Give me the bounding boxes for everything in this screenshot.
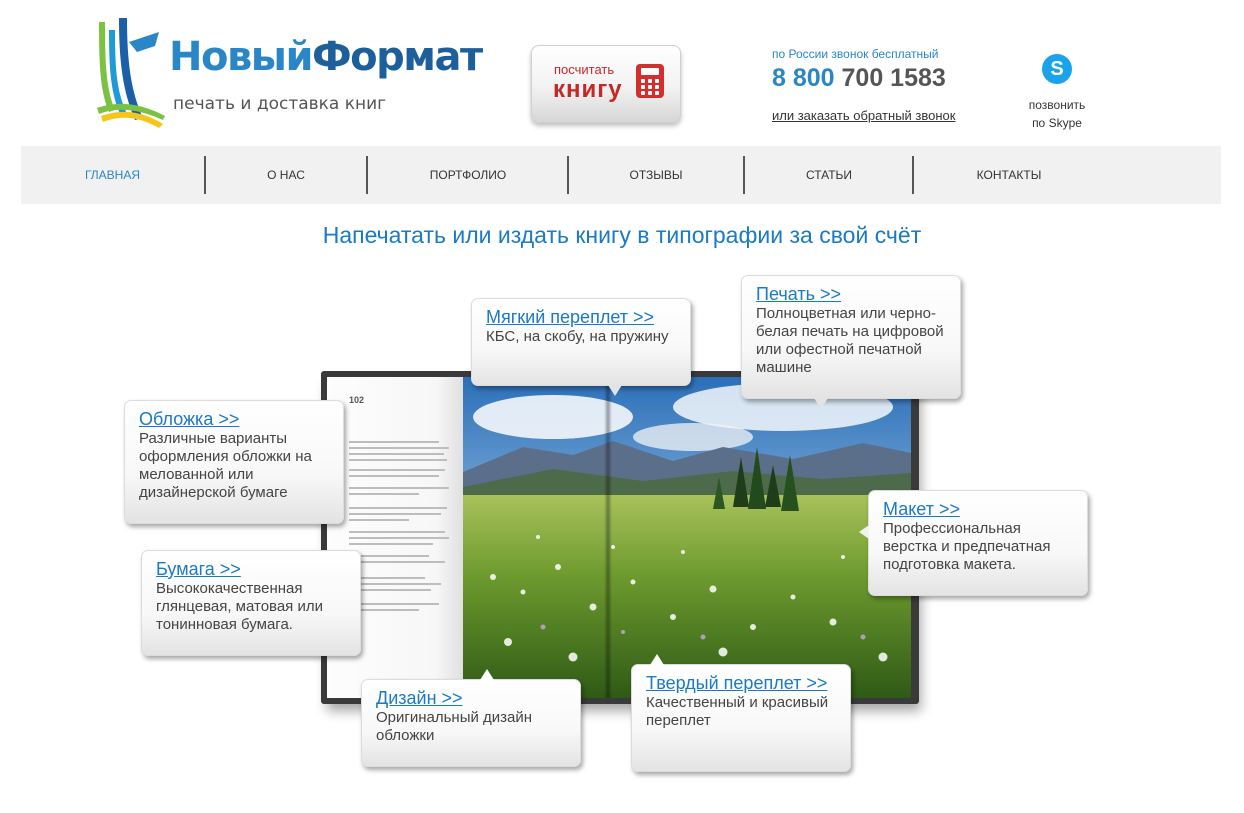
nav-item-about[interactable]: О НАС [206,146,366,204]
callout-paper-link[interactable]: Бумага >> [156,559,346,579]
phone-prefix: 8 800 [772,64,835,92]
logo-name-part2: Формат [311,34,483,80]
callout-cover-link[interactable]: Обложка >> [139,409,329,429]
callout-layout-link[interactable]: Макет >> [883,499,1073,519]
callout-design-text: Оригинальный дизайн обложки [376,709,533,744]
callout-design-link[interactable]: Дизайн >> [376,688,566,708]
open-book-illustration: 102 [321,371,921,711]
page-title: Напечатать или издать книгу в типографии… [322,222,922,248]
logo-tagline: печать и доставка книг [173,94,387,114]
callout-hard-binding-text: Качественный и красивый переплет [646,694,829,729]
book-page-number: 102 [349,395,365,405]
nav-item-contacts[interactable]: КОНТАКТЫ [914,146,1104,204]
nav-item-home[interactable]: ГЛАВНАЯ [21,146,204,204]
callout-hard-binding: Твердый переплет >> Качественный и краси… [631,654,851,772]
callout-hard-binding-link[interactable]: Твердый переплет >> [646,673,836,693]
calculate-book-big-label: книгу [553,76,623,103]
callout-pointer [608,385,622,396]
callout-soft-binding-text: КБС, на скобу, на пружину [486,328,669,345]
callout-cover-text: Различные варианты оформления обложки на… [139,430,312,501]
callout-design: Дизайн >> Оригинальный дизайн обложки [361,669,581,767]
meadow-photo [463,377,911,698]
logo-book-icon [97,18,165,128]
callout-cover: Обложка >> Различные варианты оформления… [124,400,344,524]
skype-label-line2: по Skype [1032,116,1082,130]
callout-pointer [859,525,869,539]
skype-label-line1: позвонить [1028,98,1086,112]
logo-name-part1: Новый [169,34,313,80]
callout-paper-text: Высококачественная глянцевая, матовая ил… [156,580,323,633]
callout-layout-text: Профессиональная верстка и предпечатная … [883,520,1051,573]
callback-link[interactable]: или заказать обратный звонок [772,108,955,123]
callout-pointer [814,398,828,409]
nav-item-portfolio[interactable]: ПОРТФОЛИО [368,146,568,204]
phone-digits: 700 1583 [841,64,946,92]
phone-note: по России звонок бесплатный [772,47,939,61]
calculate-book-button[interactable]: посчитать книгу [531,45,681,123]
callout-printing-text: Полноцветная или черно-белая печать на ц… [756,305,944,376]
callout-layout: Макет >> Профессиональная верстка и пред… [859,490,1088,596]
logo[interactable]: НовыйФормат печать и доставка книг [93,12,493,130]
callout-soft-binding-link[interactable]: Мягкий переплет >> [486,307,676,327]
callout-pointer [480,669,494,680]
main-nav: ГЛАВНАЯ О НАС ПОРТФОЛИО ОТЗЫВЫ СТАТЬИ КО… [21,146,1221,204]
logo-name: НовыйФормат [169,34,483,80]
phone-number[interactable]: 8 800 700 1583 [772,64,946,93]
callout-pointer [650,654,664,665]
calculator-icon [636,64,664,98]
skype-call-link[interactable]: S позвонить по Skype [1016,54,1098,132]
nav-item-articles[interactable]: СТАТЬИ [745,146,913,204]
skype-icon: S [1042,54,1072,84]
callout-soft-binding: Мягкий переплет >> КБС, на скобу, на пру… [471,298,691,396]
nav-item-reviews[interactable]: ОТЗЫВЫ [569,146,743,204]
calculate-book-small-label: посчитать [554,62,615,77]
callout-paper: Бумага >> Высококачественная глянцевая, … [141,550,361,656]
book-spine [604,377,612,698]
callout-printing-link[interactable]: Печать >> [756,284,946,304]
callout-printing: Печать >> Полноцветная или черно-белая п… [741,275,961,409]
